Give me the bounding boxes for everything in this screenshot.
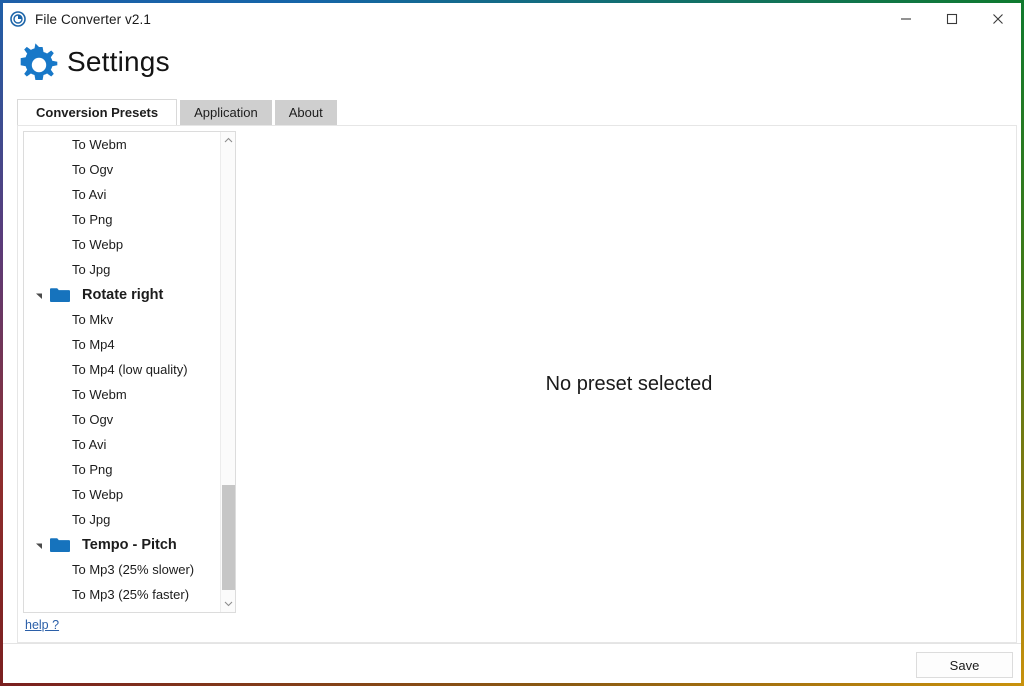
window-controls xyxy=(883,3,1021,35)
tree-row-label: To Avi xyxy=(72,187,107,202)
tab-label: About xyxy=(288,105,323,120)
tree-item-row[interactable]: To Avi xyxy=(24,432,220,457)
maximize-button[interactable] xyxy=(929,3,975,35)
window-title: File Converter v2.1 xyxy=(35,11,151,27)
tree-scrollbar[interactable] xyxy=(220,132,235,612)
tree-row-label: To Mkv xyxy=(72,312,114,327)
tree-row-label: To Mp3 (25% slower) xyxy=(72,562,195,577)
tab-conversion-presets[interactable]: Conversion Presets xyxy=(17,99,178,125)
tree-viewport: To Webm To Ogv To Avi To Png To Webp To Jpg Ro… xyxy=(24,132,220,612)
tree-row-label: To Ogv xyxy=(72,412,114,427)
tab-strip: Conversion Presets Application About xyxy=(17,99,1017,125)
gear-icon xyxy=(17,43,61,87)
preset-tree[interactable]: To Webm To Ogv To Avi To Png To Webp To Jpg Ro… xyxy=(23,131,236,613)
tree-item-row[interactable]: To Webm xyxy=(24,382,220,407)
tree-item-row[interactable]: To Mp4 xyxy=(24,332,220,357)
save-button-label: Save xyxy=(949,657,980,673)
chevron-down-icon[interactable] xyxy=(221,595,235,612)
expander-triangle-icon[interactable] xyxy=(32,288,46,302)
tree-item-row[interactable]: To Ogv xyxy=(24,407,220,432)
placeholder-text: No preset selected xyxy=(545,372,713,395)
help-link[interactable]: help ? xyxy=(25,618,59,632)
tree-item-row[interactable]: To Ogv xyxy=(24,157,220,182)
app-logo-icon xyxy=(10,11,26,27)
tree-item-row[interactable]: To Mp3 (25% faster) xyxy=(24,582,220,607)
tree-item-row[interactable]: To Mp3 (25% slower) xyxy=(24,557,220,582)
tree-row-label: To Mp3 (25% faster) xyxy=(72,587,190,602)
window-inner: File Converter v2.1 Settings Conversion … xyxy=(3,3,1021,683)
window-frame: File Converter v2.1 Settings Conversion … xyxy=(0,0,1024,686)
title-bar: File Converter v2.1 xyxy=(3,3,1021,35)
tree-row-label: To Jpg xyxy=(72,512,111,527)
page-header: Settings xyxy=(3,35,1021,99)
tree-row-label: To Jpg xyxy=(72,262,111,277)
tree-row-label: To Avi xyxy=(72,437,107,452)
tree-row-label: To Webp xyxy=(72,237,124,252)
close-button[interactable] xyxy=(975,3,1021,35)
scrollbar-thumb[interactable] xyxy=(222,485,235,590)
tree-row-label: Tempo - Pitch xyxy=(82,536,177,553)
folder-icon xyxy=(50,287,70,303)
tree-item-row[interactable]: To Avi xyxy=(24,182,220,207)
tab-about[interactable]: About xyxy=(274,100,337,125)
tree-row-label: To Webp xyxy=(72,487,124,502)
minimize-button[interactable] xyxy=(883,3,929,35)
tree-group-row[interactable]: Tempo - Pitch xyxy=(24,532,220,557)
save-button[interactable]: Save xyxy=(916,652,1013,678)
chevron-up-icon[interactable] xyxy=(221,132,235,149)
footer-separator xyxy=(3,643,1021,644)
page-title: Settings xyxy=(67,46,170,77)
content-panel: To Webm To Ogv To Avi To Png To Webp To Jpg Ro… xyxy=(17,125,1017,643)
tree-row-label: To Mp4 xyxy=(72,337,115,352)
no-preset-placeholder: No preset selected xyxy=(242,126,1016,642)
tree-item-row[interactable]: To Mp4 (low quality) xyxy=(24,357,220,382)
tree-item-row[interactable]: To Webm xyxy=(24,132,220,157)
tree-row-label: To Mp4 (low quality) xyxy=(72,362,188,377)
tree-item-row[interactable]: To Jpg xyxy=(24,507,220,532)
tree-row-label: To Png xyxy=(72,462,113,477)
tree-item-row[interactable]: To Webp xyxy=(24,482,220,507)
tree-row-label: Rotate right xyxy=(82,286,164,303)
tab-application[interactable]: Application xyxy=(180,100,272,125)
tree-row-label: To Webm xyxy=(72,137,127,152)
tree-item-row[interactable]: To Png xyxy=(24,207,220,232)
tree-item-row[interactable]: To Jpg xyxy=(24,257,220,282)
tree-item-row[interactable]: To Webp xyxy=(24,232,220,257)
tree-row-label: To Png xyxy=(72,212,113,227)
tree-row-label: To Webm xyxy=(72,387,127,402)
tab-label: Conversion Presets xyxy=(36,105,159,120)
tab-label: Application xyxy=(194,105,258,120)
tree-item-row[interactable]: To Png xyxy=(24,457,220,482)
tree-group-row[interactable]: Rotate right xyxy=(24,282,220,307)
folder-icon xyxy=(50,537,70,553)
tree-row-label: To Ogv xyxy=(72,162,114,177)
expander-triangle-icon[interactable] xyxy=(32,538,46,552)
tree-item-row[interactable]: To Mkv xyxy=(24,307,220,332)
